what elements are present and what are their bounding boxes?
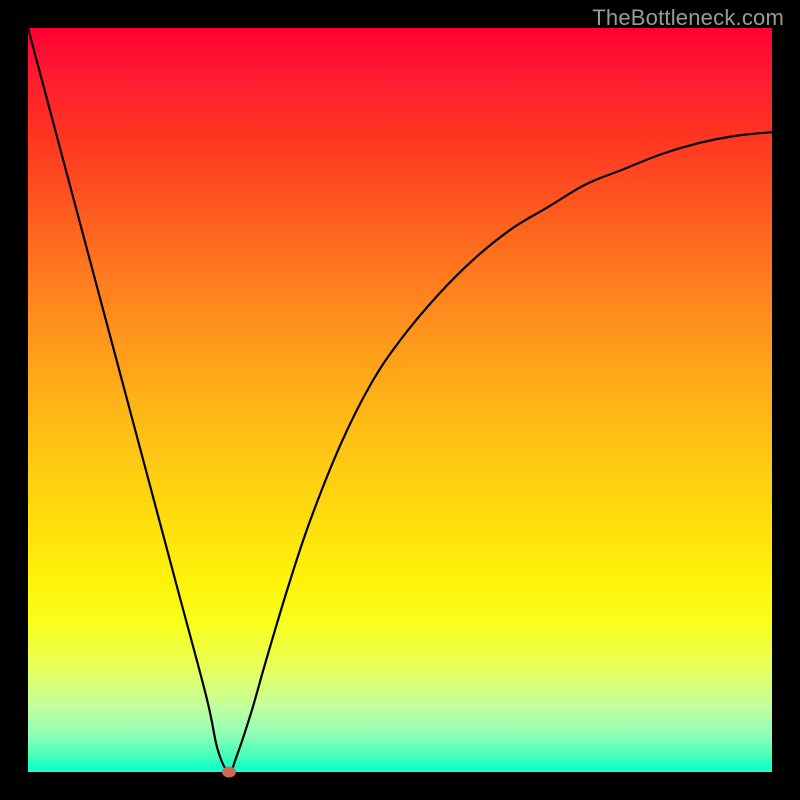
optimal-point-marker bbox=[222, 767, 236, 778]
chart-frame: TheBottleneck.com bbox=[0, 0, 800, 800]
plot-gradient-background bbox=[28, 28, 772, 772]
watermark-text: TheBottleneck.com bbox=[592, 5, 784, 31]
